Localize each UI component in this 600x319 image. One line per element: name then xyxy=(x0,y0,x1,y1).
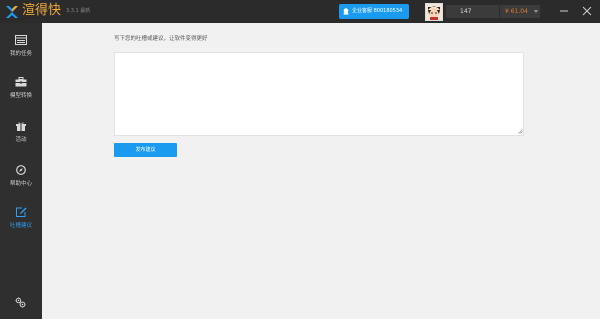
compass-icon xyxy=(16,165,26,175)
sidebar-item-activity[interactable]: 活动 xyxy=(0,113,42,149)
sidebar-item-label: 我的任务 xyxy=(9,51,32,57)
app-version: 3.3.1 最新 xyxy=(66,8,91,14)
user-avatar[interactable] xyxy=(425,3,443,21)
close-icon[interactable] xyxy=(579,3,595,19)
model-convert-icon xyxy=(15,77,27,87)
enterprise-qq-button[interactable]: 企业客服 800180534 xyxy=(339,4,409,19)
balance-dropdown[interactable]: ¥ 61.04 xyxy=(500,5,540,18)
main-content: 写下您的吐槽或建议，让软件变得更好 发布建议 xyxy=(42,23,600,319)
edit-icon xyxy=(16,207,27,217)
balance-value: ¥ 61.04 xyxy=(505,8,528,15)
sidebar-item-help-center[interactable]: 帮助中心 xyxy=(0,157,42,193)
feedback-textarea[interactable] xyxy=(114,52,524,136)
points-value: 147 xyxy=(460,8,472,15)
sidebar-item-feedback[interactable]: 吐槽建议 xyxy=(0,199,42,235)
sidebar-item-label: 模型转换 xyxy=(9,93,32,99)
app-name: 渲得快 xyxy=(22,3,62,18)
avatar-image xyxy=(426,4,442,20)
task-list-icon xyxy=(15,35,27,45)
settings-icon[interactable] xyxy=(15,297,26,308)
sidebar: 我的任务 模型转换 活动 帮助中心 吐槽建议 xyxy=(0,23,42,319)
sidebar-item-model-convert[interactable]: 模型转换 xyxy=(0,69,42,105)
qq-icon xyxy=(343,8,349,15)
app-logo-icon xyxy=(6,6,18,18)
title-bar: 渲得快 3.3.1 最新 企业客服 800180534 147 ¥ 61.04 xyxy=(0,0,600,23)
enterprise-qq-label: 企业客服 800180534 xyxy=(352,8,403,14)
points-display: 147 xyxy=(446,5,499,18)
sidebar-item-label: 吐槽建议 xyxy=(9,223,32,229)
app-window: 渲得快 3.3.1 最新 企业客服 800180534 147 ¥ 61.04 … xyxy=(0,0,600,319)
sidebar-item-label: 活动 xyxy=(15,137,27,143)
sidebar-item-label: 帮助中心 xyxy=(9,181,32,187)
gift-icon xyxy=(16,122,26,131)
submit-feedback-button[interactable]: 发布建议 xyxy=(114,143,177,157)
resize-grip-icon[interactable] xyxy=(518,129,523,134)
chevron-down-icon xyxy=(534,10,538,13)
minimize-icon[interactable] xyxy=(556,3,572,19)
feedback-prompt: 写下您的吐槽或建议，让软件变得更好 xyxy=(114,36,208,42)
sidebar-item-my-tasks[interactable]: 我的任务 xyxy=(0,27,42,63)
